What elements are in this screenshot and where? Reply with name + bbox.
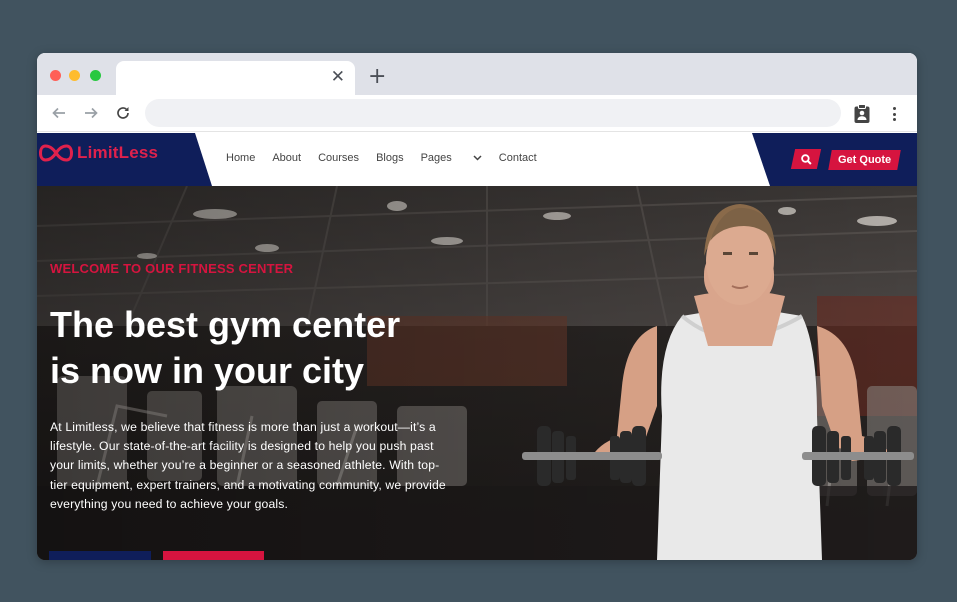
clipboard-icon[interactable] [853, 104, 871, 124]
hero-secondary-button[interactable] [163, 551, 264, 560]
hero-headline-line1: The best gym center [50, 304, 401, 345]
nav-blogs[interactable]: Blogs [376, 152, 404, 164]
tab-bar: ✕ + [37, 53, 917, 95]
close-window-button[interactable] [50, 70, 61, 81]
nav-pages-label: Pages [420, 152, 452, 164]
nav-contact[interactable]: Contact [499, 152, 537, 164]
arrow-left-icon[interactable] [48, 102, 70, 124]
chevron-down-icon [473, 155, 482, 161]
more-vert-icon[interactable] [887, 104, 901, 124]
logo[interactable]: LimitLess [39, 142, 158, 164]
reload-icon[interactable] [112, 102, 134, 124]
new-tab-button[interactable]: + [368, 66, 386, 88]
site-header: LimitLess Home About Courses Blogs Pages… [37, 133, 917, 186]
get-quote-button[interactable]: Get Quote [828, 150, 901, 170]
browser-window: ✕ + LimitLess Home About Courses Blogs P… [37, 53, 917, 560]
search-icon [800, 153, 812, 165]
close-icon[interactable]: ✕ [331, 67, 345, 87]
hero-kicker: WELCOME TO OUR FITNESS CENTER [50, 261, 294, 276]
nav-home[interactable]: Home [226, 152, 255, 164]
browser-tab[interactable]: ✕ [116, 61, 355, 95]
hero-headline-line2: is now in your city [50, 350, 365, 391]
hero-headline: The best gym center is now in your city [50, 302, 470, 394]
logo-text: LimitLess [77, 143, 159, 162]
nav-courses[interactable]: Courses [318, 152, 359, 164]
hero-section: WELCOME TO OUR FITNESS CENTER The best g… [37, 186, 917, 560]
hero-primary-button[interactable] [49, 551, 151, 560]
infinity-icon [39, 144, 73, 162]
search-button[interactable] [790, 149, 822, 169]
address-bar[interactable] [145, 99, 841, 127]
website-viewport: LimitLess Home About Courses Blogs Pages… [37, 133, 917, 560]
arrow-right-icon[interactable] [80, 102, 102, 124]
nav-about[interactable]: About [272, 152, 301, 164]
nav-pages[interactable]: Pages [421, 152, 482, 164]
hero-description: At Limitless, we believe that fitness is… [50, 420, 446, 511]
get-quote-label: Get Quote [837, 154, 892, 166]
browser-toolbar [37, 95, 917, 132]
minimize-window-button[interactable] [69, 70, 80, 81]
maximize-window-button[interactable] [90, 70, 101, 81]
main-navigation: Home About Courses Blogs Pages Contact [226, 152, 554, 164]
athlete-image [522, 204, 914, 560]
